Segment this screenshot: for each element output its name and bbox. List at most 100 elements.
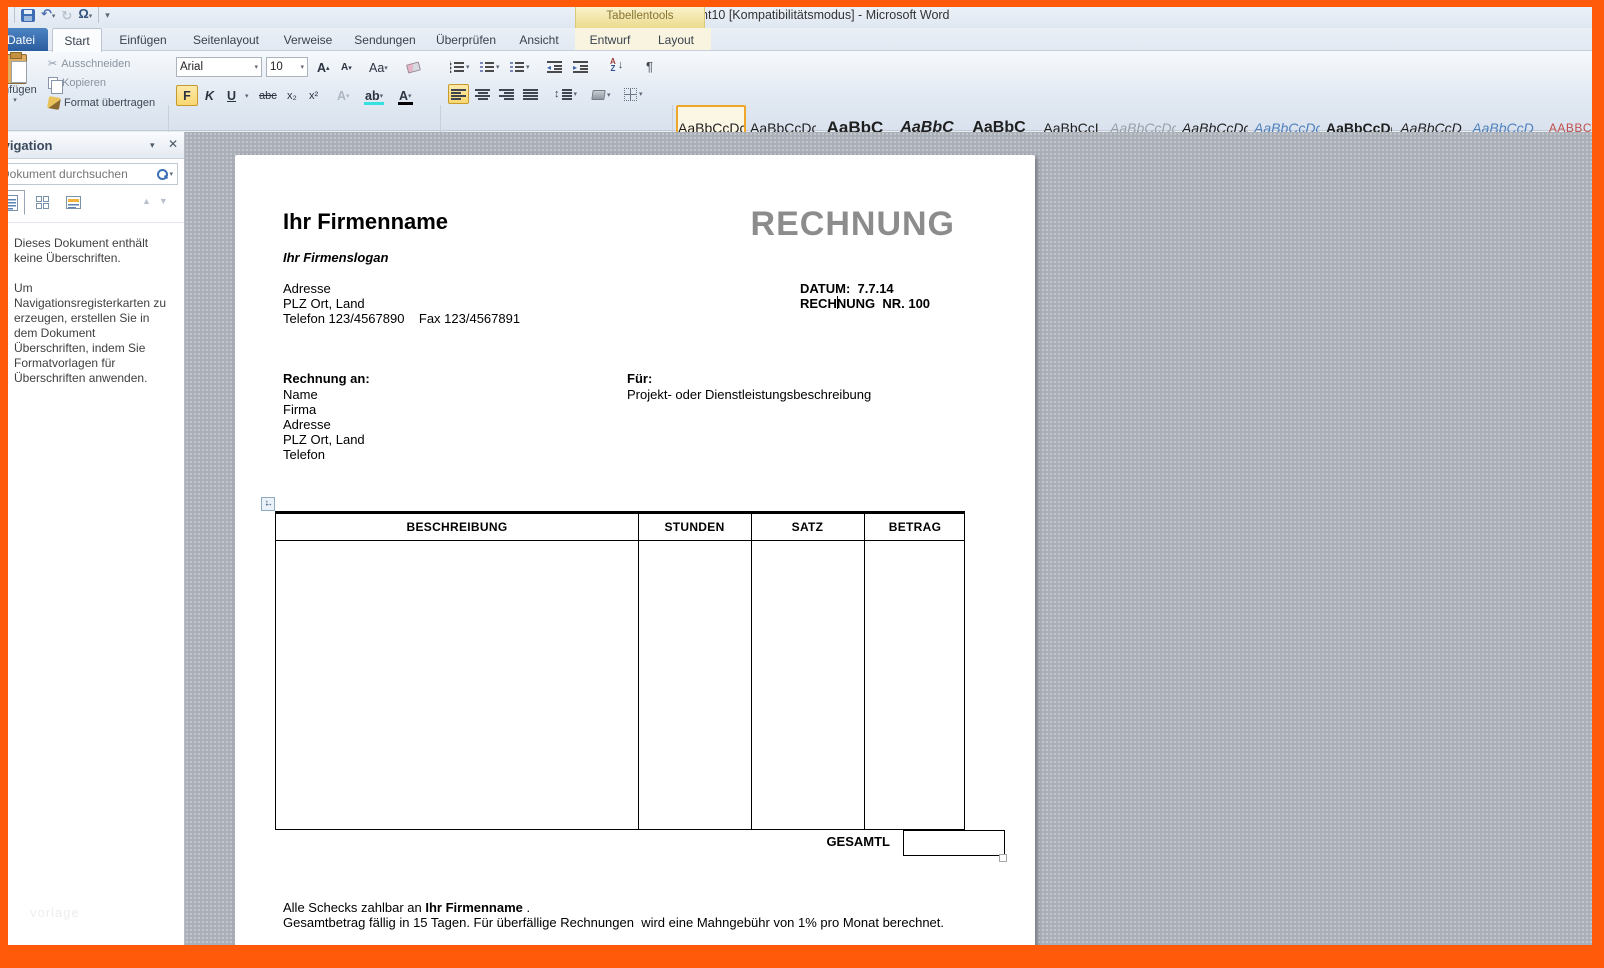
browse-pages-tab[interactable]	[29, 190, 56, 215]
font-name-combo[interactable]: Arial ▾	[176, 57, 262, 77]
table-move-handle[interactable]: ↔ ↔	[261, 497, 275, 511]
strikethrough-button[interactable]: abc	[256, 85, 280, 106]
superscript-button[interactable]: x²	[306, 85, 321, 106]
align-center-button[interactable]	[473, 84, 492, 104]
search-icon[interactable]	[156, 168, 169, 180]
table-resize-handle[interactable]	[999, 854, 1007, 862]
next-result-icon[interactable]: ▼	[159, 196, 168, 206]
bold-button[interactable]: F	[176, 85, 198, 106]
sort-button[interactable]: AZ ↓	[608, 55, 625, 75]
format-painter-button[interactable]: Format übertragen	[47, 96, 155, 110]
cut-button[interactable]: ✂ Ausschneiden	[48, 57, 130, 71]
align-left-button[interactable]	[448, 84, 469, 104]
underline-button[interactable]: U	[224, 85, 239, 106]
navigation-search-box[interactable]: ▾	[0, 163, 178, 185]
shrink-font-button[interactable]: A ▾	[338, 57, 355, 78]
insert-symbol-icon[interactable]: Ω▾	[78, 7, 92, 23]
tab-start[interactable]: Start	[52, 28, 102, 52]
text-effects-button[interactable]: A ▾	[334, 85, 353, 106]
browse-results-tab[interactable]	[60, 190, 87, 215]
bill-to-line[interactable]: Name	[283, 387, 318, 402]
align-right-button[interactable]	[497, 84, 516, 104]
increase-indent-button[interactable]	[571, 57, 590, 77]
font-color-button[interactable]: A ▾	[396, 85, 415, 106]
subscript-button[interactable]: x₂	[284, 85, 300, 106]
frame-border-right	[1592, 0, 1604, 968]
italic-button[interactable]: K	[202, 85, 217, 106]
undo-icon[interactable]: ↶▾	[41, 7, 55, 23]
decrease-indent-button[interactable]	[545, 57, 564, 77]
underline-dropdown-icon[interactable]: ▾	[242, 85, 252, 106]
align-right-icon	[499, 87, 514, 101]
company-phone-fax-line[interactable]: Telefon 123/4567890 Fax 123/4567891	[283, 311, 520, 326]
total-label[interactable]: GESAMTL	[790, 834, 890, 849]
quick-access-toolbar: ↶▾ ↻ Ω▾ ▾	[14, 5, 110, 25]
footer-checks-line[interactable]: Alle Schecks zahlbar an Ihr Firmenname .	[283, 900, 530, 915]
tab-layout[interactable]: Layout	[646, 28, 706, 51]
tab-seitenlayout[interactable]: Seitenlayout	[182, 28, 270, 51]
column-header-beschreibung: BESCHREIBUNG	[406, 520, 508, 534]
project-heading[interactable]: Für:	[627, 371, 652, 386]
invoice-title[interactable]: RECHNUNG	[751, 205, 955, 244]
search-input[interactable]	[0, 167, 156, 181]
watermark: vorlage	[30, 905, 80, 920]
paste-dropdown-icon[interactable]: ▾	[13, 96, 17, 104]
text-cursor	[837, 296, 838, 309]
tab-ueberpruefen[interactable]: Überprüfen	[426, 28, 506, 51]
qat-separator	[98, 7, 100, 23]
bill-to-heading[interactable]: Rechnung an:	[283, 371, 370, 386]
borders-button[interactable]: ▾	[622, 84, 645, 104]
scissors-icon: ✂	[48, 58, 58, 70]
bill-to-line[interactable]: Firma	[283, 402, 316, 417]
save-icon[interactable]	[21, 8, 35, 22]
footer-company-name: Ihr Firmenname	[425, 900, 523, 915]
grow-font-button[interactable]: A ▴	[314, 57, 333, 78]
change-case-button[interactable]: Aa ▾	[366, 57, 391, 78]
bullets-button[interactable]: ▾	[448, 57, 472, 77]
highlight-color-button[interactable]: ab ▾	[362, 85, 386, 106]
company-address-line[interactable]: PLZ Ort, Land	[283, 296, 365, 311]
frame-border-bottom	[0, 945, 1604, 968]
previous-result-icon[interactable]: ▲	[142, 196, 151, 206]
font-size-combo[interactable]: 10 ▾	[266, 57, 308, 77]
close-icon[interactable]: ✕	[168, 137, 178, 151]
invoice-number-line[interactable]: RECHNUNG NR. 100	[800, 296, 930, 311]
company-address-line[interactable]: Adresse	[283, 281, 331, 296]
navigation-options-icon[interactable]: ▾	[150, 140, 155, 151]
tab-einfuegen[interactable]: Einfügen	[108, 28, 178, 51]
bill-to-line[interactable]: Adresse	[283, 417, 331, 432]
tab-sendungen[interactable]: Sendungen	[346, 28, 424, 51]
numbering-button[interactable]: ▾	[478, 57, 502, 77]
tab-entwurf[interactable]: Entwurf	[578, 28, 642, 51]
copy-button[interactable]: Kopieren	[48, 77, 106, 94]
paint-bucket-icon	[591, 90, 606, 100]
document-page[interactable]: Ihr Firmenname Ihr Firmenslogan Adresse …	[235, 155, 1035, 955]
pages-grid-icon	[35, 195, 50, 210]
customize-qat-icon[interactable]: ▾	[105, 10, 110, 21]
justify-button[interactable]	[521, 84, 540, 104]
company-name[interactable]: Ihr Firmenname	[283, 209, 448, 235]
total-value-cell[interactable]	[903, 830, 1005, 856]
show-paragraph-marks-button[interactable]: ¶	[644, 56, 655, 76]
footer-terms-line[interactable]: Gesamtbetrag fällig in 15 Tagen. Für übe…	[283, 915, 944, 930]
tab-verweise[interactable]: Verweise	[274, 28, 342, 51]
align-center-icon	[475, 87, 490, 101]
project-description[interactable]: Projekt- oder Dienstleistungsbeschreibun…	[627, 387, 871, 402]
company-slogan[interactable]: Ihr Firmenslogan	[283, 250, 388, 265]
search-options-icon[interactable]: ▾	[169, 170, 173, 178]
decrease-indent-icon	[547, 61, 562, 73]
clear-formatting-button[interactable]	[404, 57, 423, 78]
line-spacing-button[interactable]: ↕ ▾	[552, 84, 579, 104]
navigation-prev-next: ▲ ▼	[142, 196, 168, 206]
bill-to-line[interactable]: Telefon	[283, 447, 325, 462]
invoice-date-line[interactable]: DATUM: 7.7.14	[800, 281, 894, 296]
multilevel-list-button[interactable]: ▾	[508, 57, 532, 77]
tab-ansicht[interactable]: Ansicht	[508, 28, 570, 51]
bill-to-line[interactable]: PLZ Ort, Land	[283, 432, 365, 447]
bullet-list-icon	[450, 61, 464, 73]
no-headings-message: Dieses Dokument enthält keine Überschrif…	[14, 236, 149, 265]
column-header-betrag: BETRAG	[888, 520, 942, 534]
shading-button[interactable]: ▾	[590, 85, 613, 105]
invoice-table[interactable]: BESCHREIBUNG STUNDEN SATZ BETRAG	[275, 511, 965, 830]
redo-icon[interactable]: ↻	[61, 9, 72, 22]
